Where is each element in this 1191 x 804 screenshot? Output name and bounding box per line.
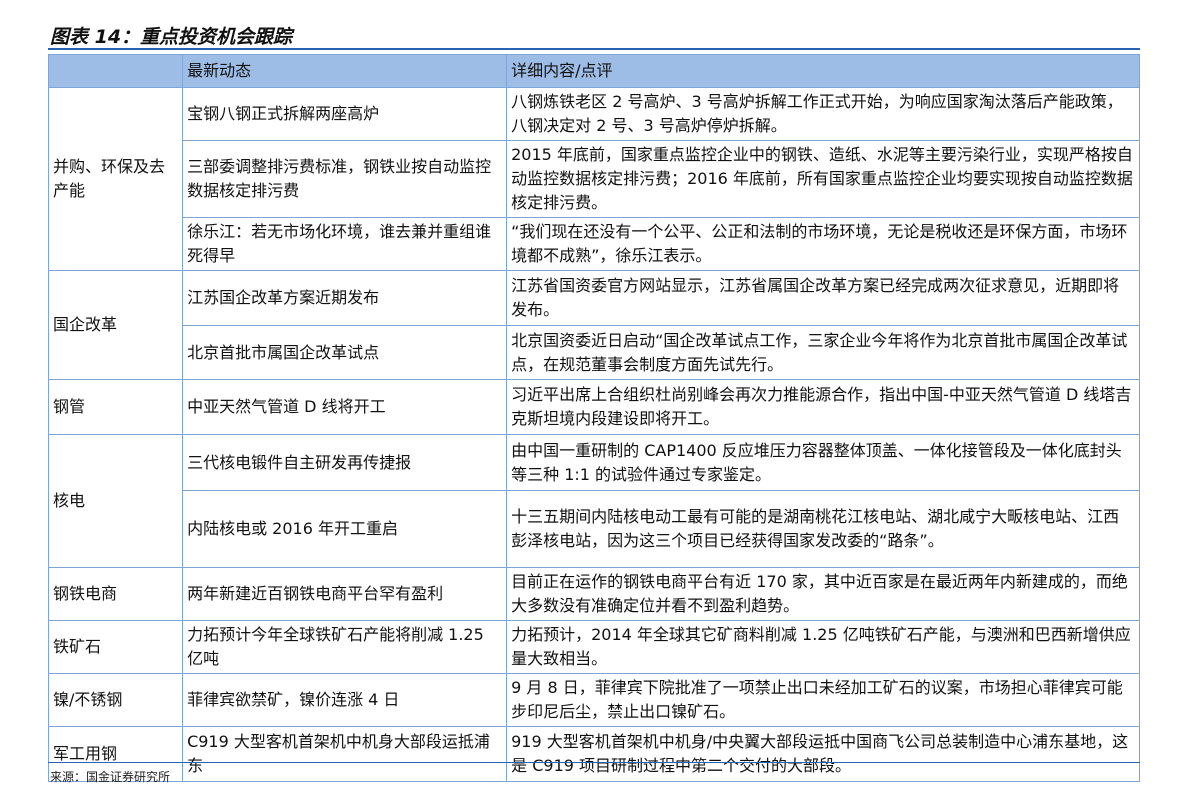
header-category <box>47 54 184 88</box>
news-cell: 三代核电锻件自主研发再传捷报 <box>182 434 508 491</box>
detail-cell: 力拓预计，2014 年全球其它矿商料削减 1.25 亿吨铁矿石产能，与澳洲和巴西… <box>506 620 1140 674</box>
table-row: 北京首批市属国企改革试点 北京国资委近日启动“国企改革试点工作，三家企业今年将作为… <box>49 325 1140 380</box>
detail-cell: 目前正在运作的钢铁电商平台有近 170 家，其中近百家是在最近两年内新建成的，而… <box>506 567 1140 621</box>
news-cell: 力拓预计今年全球铁矿石产能将削减 1.25 亿吨 <box>182 620 508 674</box>
category-cell: 镍/不锈钢 <box>47 673 184 727</box>
detail-cell: 八钢炼铁老区 2 号高炉、3 号高炉拆解工作正式开始，为响应国家淘汰落后产能政策… <box>506 87 1140 141</box>
detail-cell: 习近平出席上合组织杜尚别峰会再次力推能源合作，指出中国-中亚天然气管道 D 线塔… <box>506 379 1140 435</box>
detail-cell: 9 月 8 日，菲律宾下院批准了一项禁止出口未经加工矿石的议案，市场担心菲律宾可… <box>506 673 1140 727</box>
category-cell: 钢铁电商 <box>47 567 184 621</box>
table-row: 军工用钢 C919 大型客机首架机中机身大部段运抵浦东 919 大型客机首架机中机身… <box>47 726 1140 782</box>
table-row: 三部委调整排污费标准，钢铁业按自动监控数据核定排污费 2015 年底前，国家重点监… <box>49 140 1140 218</box>
investment-tracking-table: 最新动态 详细内容/点评 并购、环保及去产能 宝钢八钢正式拆解两座高炉 八钢炼铁老区… <box>47 54 1140 782</box>
table-body: 并购、环保及去产能 宝钢八钢正式拆解两座高炉 八钢炼铁老区 2 号高炉、3 号高炉拆… <box>47 87 1140 782</box>
table-row: 核电 三代核电锻件自主研发再传捷报 由中国一重研制的 CAP1400 反应堆压力容器… <box>47 434 1140 568</box>
news-cell: 三部委调整排污费标准，钢铁业按自动监控数据核定排污费 <box>182 140 508 218</box>
news-cell: 北京首批市属国企改革试点 <box>182 325 508 380</box>
table-row: 钢管 中亚天然气管道 D 线将开工 习近平出席上合组织杜尚别峰会再次力推能源合作，指… <box>47 379 1140 435</box>
table-row: 并购、环保及去产能 宝钢八钢正式拆解两座高炉 八钢炼铁老区 2 号高炉、3 号高炉拆… <box>47 87 1140 271</box>
news-cell: 中亚天然气管道 D 线将开工 <box>182 379 508 435</box>
table-row: 钢铁电商 两年新建近百钢铁电商平台罕有盈利 目前正在运作的钢铁电商平台有近 170 … <box>47 567 1140 621</box>
news-cell: 徐乐江：若无市场化环境，谁去兼并重组谁死得早 <box>182 217 508 271</box>
top-rule <box>48 48 1140 50</box>
bottom-rule <box>48 762 1140 763</box>
category-cell: 铁矿石 <box>47 620 184 674</box>
figure-title: 图表 14：重点投资机会跟踪 <box>50 26 293 48</box>
table-row: 国企改革 江苏国企改革方案近期发布 江苏省国资委官方网站显示，江苏省属国企改革方案已… <box>47 270 1140 380</box>
category-cell: 国企改革 <box>47 270 184 380</box>
news-cell: C919 大型客机首架机中机身大部段运抵浦东 <box>182 726 508 782</box>
detail-cell: 919 大型客机首架机中机身/中央翼大部段运抵中国商飞公司总装制造中心浦东基地，… <box>506 726 1140 782</box>
table-row: 镍/不锈钢 菲律宾欲禁矿，镍价连涨 4 日9 月 8 日，菲律宾下院批准了一项禁止… <box>47 673 1140 727</box>
detail-cell: 十三五期间内陆核电动工最有可能的是湖南桃花江核电站、湖北咸宁大畈核电站、江西彭泽… <box>506 490 1140 568</box>
table-header-row: 最新动态 详细内容/点评 <box>47 54 1140 88</box>
detail-cell: 江苏省国资委官方网站显示，江苏省属国企改革方案已经完成两次征求意见，近期即将发布… <box>506 270 1140 326</box>
news-cell: 内陆核电或 2016 年开工重启 <box>182 490 508 568</box>
category-cell: 并购、环保及去产能 <box>47 87 184 271</box>
table-row: 徐乐江：若无市场化环境，谁去兼并重组谁死得早 “我们现在还没有一个公平、公正和法制… <box>49 217 1140 271</box>
news-cell: 江苏国企改革方案近期发布 <box>182 270 508 326</box>
detail-cell: 2015 年底前，国家重点监控企业中的钢铁、造纸、水泥等主要污染行业，实现严格按… <box>506 140 1140 218</box>
news-cell: 两年新建近百钢铁电商平台罕有盈利 <box>182 567 508 621</box>
header-detail: 详细内容/点评 <box>506 54 1140 88</box>
category-cell: 钢管 <box>47 379 184 435</box>
header-latest-news: 最新动态 <box>182 54 508 88</box>
detail-cell: “我们现在还没有一个公平、公正和法制的市场环境，无论是税收还是环保方面，市场环境… <box>506 217 1140 271</box>
table-row: 铁矿石 力拓预计今年全球铁矿石产能将削减 1.25 亿吨 力拓预计，2014 年全球… <box>47 620 1140 674</box>
detail-cell: 北京国资委近日启动“国企改革试点工作，三家企业今年将作为北京首批市属国企改革试点… <box>506 325 1140 380</box>
category-cell: 核电 <box>47 434 184 568</box>
table-row: 内陆核电或 2016 年开工重启 十三五期间内陆核电动工最有可能的是湖南桃花江核电… <box>49 490 1140 568</box>
detail-cell: 由中国一重研制的 CAP1400 反应堆压力容器整体顶盖、一体化接管段及一体化底… <box>506 434 1140 491</box>
news-cell: 宝钢八钢正式拆解两座高炉 <box>182 87 508 141</box>
news-cell: 菲律宾欲禁矿，镍价连涨 4 日 <box>182 673 508 727</box>
source-note: 来源：国金证券研究所 <box>50 770 171 784</box>
